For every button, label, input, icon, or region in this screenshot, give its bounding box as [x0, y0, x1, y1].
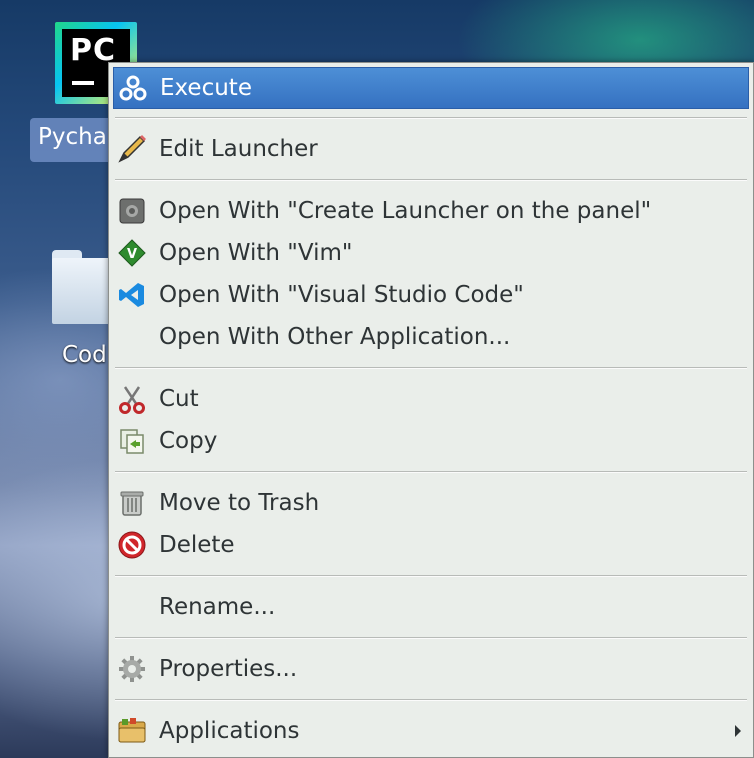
menu-item-label: Applications: [159, 718, 300, 744]
menu-item-cut[interactable]: Cut: [113, 379, 749, 419]
pencil-icon: [115, 132, 149, 166]
menu-item-execute[interactable]: Execute: [113, 67, 749, 109]
menu-item-label: Open With "Vim": [159, 240, 353, 266]
folder-desktop-icon[interactable]: [52, 250, 112, 324]
launcher-app-icon: [115, 194, 149, 228]
menu-separator: [115, 367, 747, 369]
menu-separator: [115, 179, 747, 181]
menu-item-open-with-vim[interactable]: V Open With "Vim": [113, 233, 749, 273]
menu-item-move-to-trash[interactable]: Move to Trash: [113, 483, 749, 523]
menu-item-label: Edit Launcher: [159, 136, 318, 162]
gear-icon: [115, 652, 149, 686]
menu-item-label: Cut: [159, 386, 199, 412]
vscode-icon: [115, 278, 149, 312]
menu-item-label: Open With "Visual Studio Code": [159, 282, 524, 308]
menu-item-delete[interactable]: Delete: [113, 525, 749, 565]
menu-item-label: Open With Other Application...: [159, 324, 511, 350]
trash-icon: [115, 486, 149, 520]
folder-desktop-label[interactable]: Cod: [62, 342, 107, 368]
applications-folder-icon: [115, 714, 149, 748]
menu-item-label: Open With "Create Launcher on the panel": [159, 198, 652, 224]
submenu-arrow-icon: [735, 725, 741, 737]
scissors-icon: [115, 382, 149, 416]
menu-item-open-with-other[interactable]: Open With Other Application...: [113, 317, 749, 357]
menu-separator: [115, 471, 747, 473]
menu-item-label: Delete: [159, 532, 235, 558]
menu-item-applications[interactable]: Applications: [113, 711, 749, 751]
menu-separator: [115, 575, 747, 577]
menu-item-label: Rename...: [159, 594, 276, 620]
copy-icon: [115, 424, 149, 458]
menu-separator: [115, 699, 747, 701]
execute-gears-icon: [116, 71, 150, 105]
delete-icon: [115, 528, 149, 562]
menu-item-label: Execute: [160, 75, 252, 101]
menu-item-open-with-create-launcher[interactable]: Open With "Create Launcher on the panel": [113, 191, 749, 231]
menu-item-label: Copy: [159, 428, 218, 454]
menu-item-open-with-vscode[interactable]: Open With "Visual Studio Code": [113, 275, 749, 315]
context-menu: Execute Edit Launcher Open With "Create …: [108, 62, 754, 758]
menu-item-label: Move to Trash: [159, 490, 320, 516]
menu-item-edit-launcher[interactable]: Edit Launcher: [113, 129, 749, 169]
vim-icon: V: [115, 236, 149, 270]
menu-separator: [115, 117, 747, 119]
menu-separator: [115, 637, 747, 639]
svg-text:V: V: [127, 247, 137, 262]
menu-item-label: Properties...: [159, 656, 298, 682]
menu-item-properties[interactable]: Properties...: [113, 649, 749, 689]
menu-item-copy[interactable]: Copy: [113, 421, 749, 461]
menu-item-rename[interactable]: Rename...: [113, 587, 749, 627]
